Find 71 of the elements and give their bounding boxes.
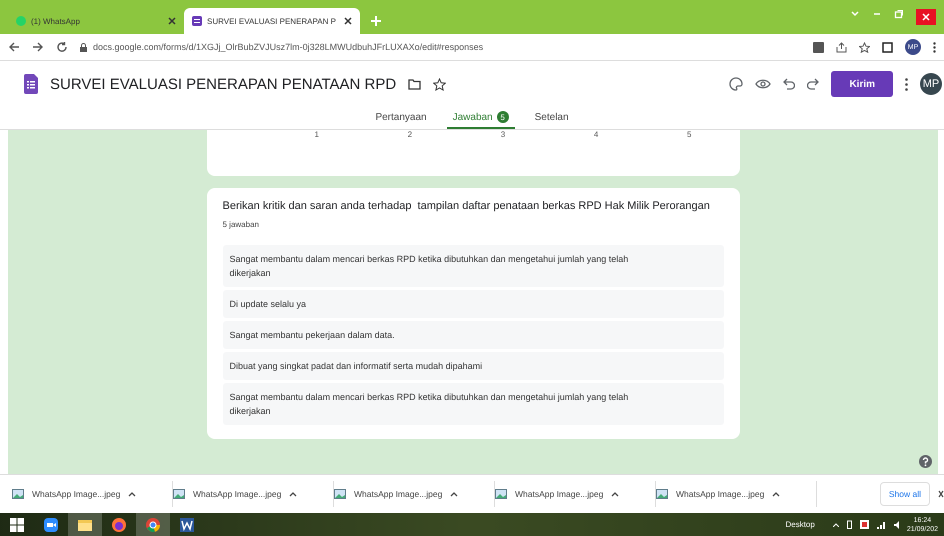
- word-icon[interactable]: [180, 518, 194, 532]
- answer-text: Sangat membantu dalam mencari berkas RPD ketika dibutuhkan dan mengetahui jumlah yang telah dikerjakan: [222, 383, 724, 425]
- download-item[interactable]: WhatsApp Image...jpeg: [515, 489, 604, 499]
- more-icon[interactable]: [905, 78, 908, 90]
- video-camera-icon[interactable]: [44, 518, 58, 532]
- form-tab[interactable]: Setelan: [528, 107, 575, 129]
- chat-icon: [16, 16, 26, 26]
- form-icon: [192, 16, 202, 26]
- image-file-icon: [173, 489, 185, 499]
- address-field[interactable]: docs.google.com/forms/d/1XGJj_OlrBubZVJUsz7lm-0j328LMWUdbuhJFrLUXAXo/edit#responses: [93, 42, 484, 52]
- desktop-toolbar[interactable]: Desktop: [785, 520, 815, 529]
- download-item[interactable]: WhatsApp Image...jpeg: [32, 489, 120, 499]
- back-icon[interactable]: [8, 41, 20, 53]
- scale-label: 5: [687, 130, 692, 141]
- chevron-up-icon[interactable]: [128, 491, 136, 497]
- more-icon[interactable]: [933, 42, 936, 52]
- download-item[interactable]: WhatsApp Image...jpeg: [676, 489, 764, 499]
- redo-icon[interactable]: [807, 78, 820, 90]
- send-button[interactable]: Kirim: [831, 71, 893, 97]
- scale-label: 3: [500, 130, 506, 141]
- signal-icon[interactable]: [876, 520, 886, 528]
- reload-icon[interactable]: [56, 41, 68, 53]
- chrome-icon[interactable]: [146, 518, 160, 532]
- question-title: Berikan kritik dan saran anda terhadap tampilan daftar penataan berkas RPD Hak Milik Perorangan: [222, 200, 711, 212]
- scale-label: 2: [408, 130, 412, 141]
- close-icon: [922, 13, 930, 21]
- lock-icon: [80, 42, 87, 52]
- scale-label: 1: [314, 130, 319, 141]
- folder-icon[interactable]: [78, 518, 92, 532]
- response-count: 5 jawaban: [222, 220, 260, 229]
- windows-icon[interactable]: [10, 518, 24, 532]
- eye-icon[interactable]: [755, 78, 772, 90]
- answer-text: Di update selalu ya: [222, 290, 724, 318]
- download-item[interactable]: WhatsApp Image...jpeg: [354, 489, 442, 499]
- answer-text: Sangat membantu pekerjaan dalam data.: [222, 321, 724, 349]
- show-all-button[interactable]: Show all: [880, 482, 930, 506]
- close-icon[interactable]: [938, 490, 944, 498]
- share-icon[interactable]: [836, 42, 847, 52]
- undo-icon[interactable]: [783, 78, 796, 90]
- profile-avatar[interactable]: MP: [920, 73, 942, 95]
- folder-icon[interactable]: [408, 78, 422, 90]
- forms-logo-icon: [24, 74, 38, 94]
- image-file-icon: [334, 489, 346, 499]
- count-badge: 5: [496, 111, 509, 123]
- help-icon[interactable]: [919, 455, 932, 468]
- chevron-up-icon[interactable]: [289, 491, 298, 497]
- chevron-up-icon[interactable]: [450, 491, 458, 497]
- star-icon[interactable]: [433, 78, 446, 90]
- image-file-icon: [495, 489, 507, 499]
- close-icon[interactable]: [344, 17, 352, 25]
- browser-tab[interactable]: (1) WhatsApp: [8, 8, 184, 34]
- form-tab[interactable]: Pertanyaan: [369, 107, 433, 129]
- speaker-icon[interactable]: [894, 520, 901, 528]
- scale-label: 4: [594, 130, 598, 141]
- side-panel-icon[interactable]: [882, 42, 893, 52]
- chevron-up-icon[interactable]: [611, 491, 620, 497]
- answer-text: Sangat membantu dalam mencari berkas RPD ketika dibutuhkan dan mengetahui jumlah yang telah dikerjakan: [222, 245, 724, 287]
- browser-tab[interactable]: SURVEI EVALUASI PENERAPAN P: [184, 8, 360, 34]
- download-item[interactable]: WhatsApp Image...jpeg: [193, 489, 282, 499]
- form-title: SURVEI EVALUASI PENERAPAN PENATAAN RPD: [50, 76, 396, 92]
- chevron-up-icon[interactable]: [772, 491, 780, 497]
- image-file-icon: [12, 489, 24, 499]
- answer-text: Dibuat yang singkat padat dan informatif serta mudah dipahami: [222, 352, 724, 380]
- battery-icon[interactable]: [846, 520, 852, 529]
- star-icon[interactable]: [859, 42, 870, 52]
- palette-icon[interactable]: [729, 77, 744, 91]
- firefox-icon[interactable]: [112, 518, 126, 532]
- close-button[interactable]: [916, 9, 936, 25]
- forward-icon[interactable]: [32, 41, 44, 53]
- image-file-icon: [656, 489, 668, 499]
- close-icon[interactable]: [168, 17, 176, 25]
